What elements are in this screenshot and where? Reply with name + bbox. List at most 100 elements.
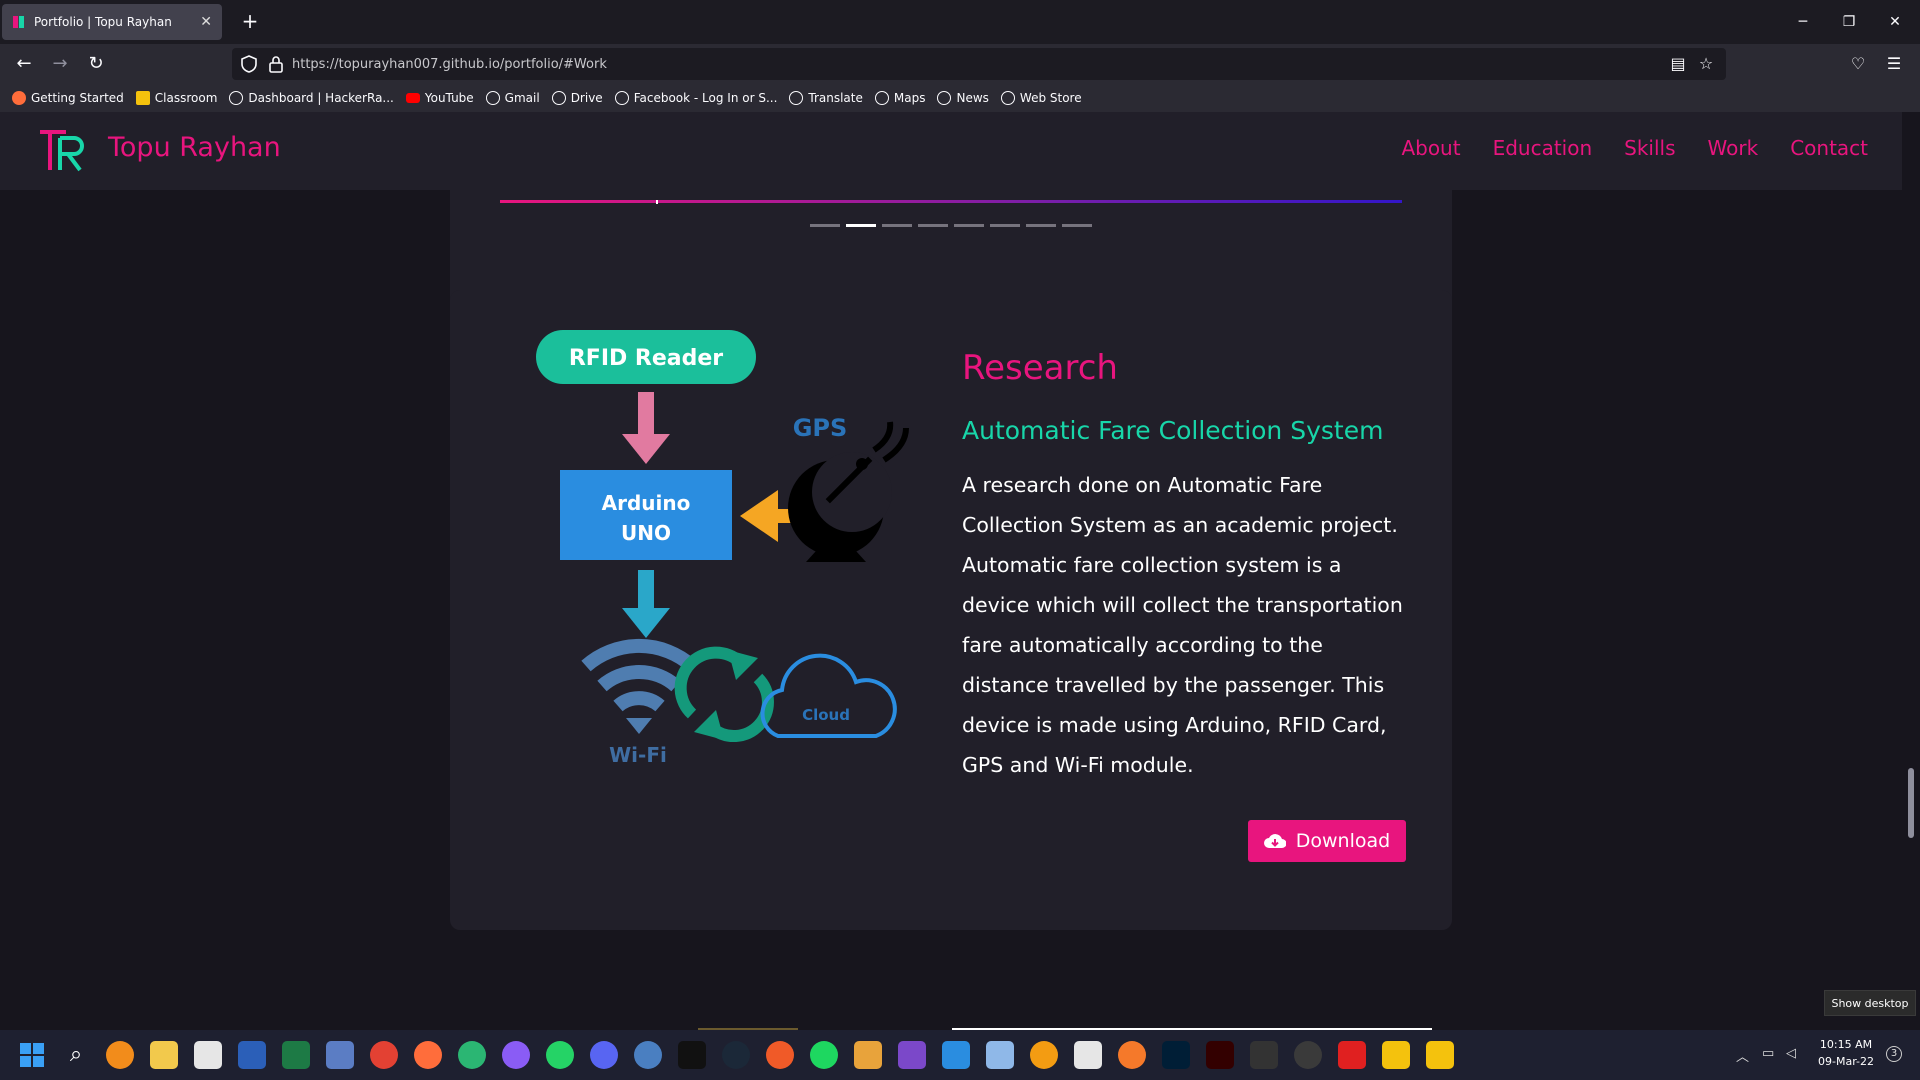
back-button[interactable]: ← xyxy=(10,50,38,78)
firefox-icon[interactable] xyxy=(414,1041,442,1069)
nav-link-skills[interactable]: Skills xyxy=(1624,136,1675,160)
excel-icon[interactable] xyxy=(282,1041,310,1069)
f1-icon[interactable] xyxy=(1338,1041,1366,1069)
forward-button[interactable]: → xyxy=(46,50,74,78)
firefox-icon xyxy=(12,91,26,105)
bookmark-item[interactable]: Gmail xyxy=(485,91,540,105)
bookmark-item[interactable]: Translate xyxy=(789,91,863,105)
epic-games-icon[interactable] xyxy=(678,1041,706,1069)
visual-studio-icon[interactable] xyxy=(898,1041,926,1069)
carousel-dot[interactable] xyxy=(1062,224,1092,227)
bookmark-label: Gmail xyxy=(504,91,540,105)
shield-icon[interactable] xyxy=(240,55,258,73)
bookmark-label: Classroom xyxy=(154,91,218,105)
tab-bar: Portfolio | Topu Rayhan ✕ + ─ ❐ ✕ xyxy=(0,0,1920,44)
download-button[interactable]: Download xyxy=(1248,820,1406,862)
lock-icon[interactable] xyxy=(268,55,284,73)
vscode-icon[interactable] xyxy=(942,1041,970,1069)
unity-icon[interactable] xyxy=(1074,1041,1102,1069)
menu-icon[interactable]: ☰ xyxy=(1884,54,1904,74)
bookmark-star-icon[interactable]: ☆ xyxy=(1696,54,1716,74)
carousel-dot[interactable] xyxy=(810,224,840,227)
network-icon[interactable]: ▭ xyxy=(1762,1046,1774,1061)
bookmark-item[interactable]: YouTube xyxy=(405,91,474,105)
reload-button[interactable]: ↻ xyxy=(82,50,110,78)
nav-link-contact[interactable]: Contact xyxy=(1790,136,1868,160)
whatsapp-icon[interactable] xyxy=(546,1041,574,1069)
nav-link-work[interactable]: Work xyxy=(1708,136,1759,160)
bookmark-item[interactable]: Web Store xyxy=(1000,91,1082,105)
windows-taskbar: ⌕ ︿ ▭ ◁ 10:15 AM 09-Mar-22 3 xyxy=(0,1030,1920,1080)
app-w-icon[interactable] xyxy=(634,1041,662,1069)
bookmark-item[interactable]: Facebook - Log In or S... xyxy=(614,91,777,105)
carousel-dot[interactable] xyxy=(882,224,912,227)
minimize-button[interactable]: ─ xyxy=(1780,8,1826,36)
tab-portfolio[interactable]: Portfolio | Topu Rayhan ✕ xyxy=(2,4,222,40)
photoshop-icon[interactable] xyxy=(1162,1041,1190,1069)
url-input[interactable] xyxy=(292,53,1392,75)
carousel-dot[interactable] xyxy=(954,224,984,227)
reader-view-icon[interactable]: ▤ xyxy=(1668,54,1688,74)
volume-icon[interactable]: ◁ xyxy=(1786,1046,1796,1061)
chrome-icon[interactable] xyxy=(370,1041,398,1069)
bookmark-item[interactable]: News xyxy=(937,91,989,105)
bookmark-label: News xyxy=(956,91,989,105)
restore-button[interactable]: ❐ xyxy=(1826,8,1872,36)
close-tab-icon[interactable]: ✕ xyxy=(200,14,212,30)
bookmark-item[interactable]: Getting Started xyxy=(12,91,124,105)
carousel-dot[interactable] xyxy=(990,224,1020,227)
work-card: RFID Reader Arduino UNO GPS Wi-Fi Cloud … xyxy=(450,290,1452,930)
bookmark-label: Dashboard | HackerRa... xyxy=(248,91,394,105)
office-icon[interactable] xyxy=(854,1041,882,1069)
nav-link-education[interactable]: Education xyxy=(1493,136,1593,160)
recycle-bin-icon[interactable] xyxy=(194,1041,222,1069)
system-clock[interactable]: 10:15 AM 09-Mar-22 xyxy=(1808,1036,1884,1070)
clock-time: 10:15 AM xyxy=(1819,1038,1873,1051)
messenger-icon[interactable] xyxy=(502,1041,530,1069)
file-explorer-icon[interactable] xyxy=(150,1041,178,1069)
origin-icon[interactable] xyxy=(766,1041,794,1069)
start-button[interactable] xyxy=(18,1041,46,1069)
valorant-icon[interactable] xyxy=(1382,1041,1410,1069)
search-icon[interactable]: ⌕ xyxy=(62,1041,90,1069)
nav-link-about[interactable]: About xyxy=(1401,136,1460,160)
word-icon[interactable] xyxy=(238,1041,266,1069)
steam-icon[interactable] xyxy=(722,1041,750,1069)
illustrator-icon[interactable] xyxy=(1206,1041,1234,1069)
site-brand[interactable]: Topu Rayhan xyxy=(108,132,281,163)
globe-icon xyxy=(874,91,889,105)
site-favicon-icon xyxy=(13,16,24,28)
discord-icon[interactable] xyxy=(590,1041,618,1069)
globe-icon xyxy=(789,91,804,105)
bookmark-label: Web Store xyxy=(1019,91,1082,105)
blender-icon[interactable] xyxy=(1118,1041,1146,1069)
site-logo-icon[interactable] xyxy=(36,126,90,176)
spotify-icon[interactable] xyxy=(810,1041,838,1069)
carousel-dot[interactable] xyxy=(846,224,876,227)
rockstar-icon[interactable] xyxy=(1426,1041,1454,1069)
obs-icon[interactable] xyxy=(1294,1041,1322,1069)
bookmark-item[interactable]: Dashboard | HackerRa... xyxy=(229,91,394,105)
brave-icon[interactable] xyxy=(1030,1041,1058,1069)
app-rk-icon[interactable] xyxy=(1250,1041,1278,1069)
rfid-label: RFID Reader xyxy=(569,346,723,371)
close-window-button[interactable]: ✕ xyxy=(1872,8,1918,36)
edge-icon[interactable] xyxy=(458,1041,486,1069)
address-bar[interactable]: ▤ ☆ xyxy=(232,48,1726,80)
tray-chevron-icon[interactable]: ︿ xyxy=(1736,1046,1749,1065)
everything-search-icon[interactable] xyxy=(106,1041,134,1069)
download-label: Download xyxy=(1295,830,1391,852)
project-description: A research done on Automatic Fare Collec… xyxy=(962,473,1403,777)
bookmark-item[interactable]: Classroom xyxy=(135,91,218,105)
windows-icon xyxy=(20,1043,44,1067)
carousel-dot[interactable] xyxy=(1026,224,1056,227)
new-tab-button[interactable]: + xyxy=(236,8,264,36)
bookmark-item[interactable]: Drive xyxy=(551,91,603,105)
pocket-icon[interactable]: ♡ xyxy=(1848,54,1868,74)
carousel-dot[interactable] xyxy=(918,224,948,227)
notification-badge[interactable]: 3 xyxy=(1886,1046,1902,1062)
bookmark-item[interactable]: Maps xyxy=(874,91,925,105)
virtualbox-icon[interactable] xyxy=(986,1041,1014,1069)
app-icon[interactable] xyxy=(326,1041,354,1069)
page-scrollbar[interactable] xyxy=(1908,768,1914,838)
